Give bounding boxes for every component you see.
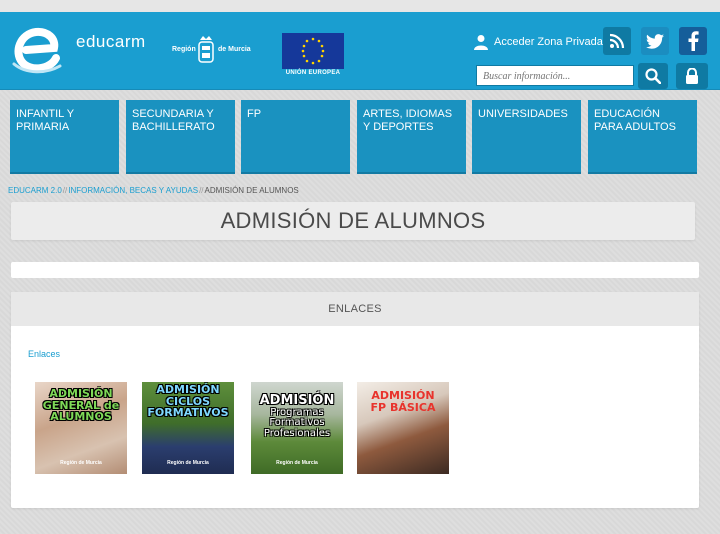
nav-artes-idiomas-deportes[interactable]: ARTES, IDIOMAS Y DEPORTES bbox=[357, 100, 466, 174]
breadcrumb-informacion[interactable]: INFORMACIÓN, BECAS Y AYUDAS bbox=[68, 186, 198, 195]
logo-text: educarm bbox=[76, 32, 146, 51]
twitter-button[interactable] bbox=[641, 27, 669, 55]
top-strip bbox=[0, 0, 720, 12]
page-title: ADMISIÓN DE ALUMNOS bbox=[220, 208, 486, 233]
user-icon bbox=[474, 35, 488, 50]
region-label: Región bbox=[172, 46, 196, 53]
private-access-button[interactable] bbox=[676, 63, 708, 89]
educarm-logo[interactable] bbox=[12, 24, 64, 76]
thumb-text: ADMISIÓN FP BÁSICA bbox=[370, 389, 436, 414]
acceder-zona-privada-link[interactable]: Acceder Zona Privada bbox=[474, 34, 603, 50]
rss-button[interactable] bbox=[603, 27, 631, 55]
facebook-icon bbox=[688, 31, 699, 51]
search-input[interactable] bbox=[477, 67, 633, 86]
search-field[interactable] bbox=[476, 65, 634, 86]
site-header: educarm Región de Murcia UNIÓN EUROPEA A… bbox=[0, 12, 720, 90]
eu-flag-icon bbox=[282, 33, 344, 69]
eu-logo[interactable]: UNIÓN EUROPEA bbox=[282, 33, 344, 78]
region-murcia-logo[interactable]: Región de Murcia bbox=[170, 34, 260, 68]
nav-infantil-primaria[interactable]: INFANTIL Y PRIMARIA bbox=[10, 100, 119, 174]
thumb-footer: Región de Murcia bbox=[167, 460, 209, 466]
facebook-button[interactable] bbox=[679, 27, 707, 55]
thumb-text: ADMISIÓN GENERAL de ALUMNOS bbox=[42, 387, 120, 424]
nav-educacion-adultos[interactable]: EDUCACIÓN PARA ADULTOS bbox=[588, 100, 697, 174]
murcia-crest-icon bbox=[198, 36, 214, 63]
panel-heading: ENLACES bbox=[11, 292, 699, 326]
educarm-e-icon bbox=[12, 27, 62, 74]
thumb-text: ADMISIÓN CICLOS FORMATIVOS bbox=[147, 383, 229, 420]
breadcrumb-separator: // bbox=[199, 186, 204, 195]
rss-icon bbox=[609, 33, 625, 49]
nav-fp[interactable]: FP bbox=[241, 100, 350, 174]
empty-content-bar bbox=[11, 262, 699, 278]
nav-universidades[interactable]: UNIVERSIDADES bbox=[472, 100, 581, 174]
twitter-icon bbox=[646, 33, 664, 49]
search-icon bbox=[645, 68, 661, 84]
nav-secundaria-bachillerato[interactable]: SECUNDARIA Y BACHILLERATO bbox=[126, 100, 235, 174]
lock-icon bbox=[686, 68, 698, 84]
breadcrumb-current: ADMISIÓN DE ALUMNOS bbox=[204, 186, 299, 195]
search-button[interactable] bbox=[638, 63, 668, 89]
breadcrumb: EDUCARM 2.0//INFORMACIÓN, BECAS Y AYUDAS… bbox=[8, 186, 299, 195]
enlaces-link[interactable]: Enlaces bbox=[28, 349, 60, 359]
breadcrumb-educarm[interactable]: EDUCARM 2.0 bbox=[8, 186, 62, 195]
page-title-box: ADMISIÓN DE ALUMNOS bbox=[11, 202, 695, 240]
eu-label: UNIÓN EUROPEA bbox=[285, 70, 341, 76]
enlaces-panel: ENLACES Enlaces ADMISIÓN GENERAL de ALUM… bbox=[11, 292, 699, 508]
admision-programas-thumb[interactable]: ADMISIÓN Programas Formativos Profesiona… bbox=[251, 382, 343, 474]
breadcrumb-separator: // bbox=[62, 186, 68, 195]
admision-general-thumb[interactable]: ADMISIÓN GENERAL de ALUMNOS Región de Mu… bbox=[35, 382, 127, 474]
thumb-footer: Región de Murcia bbox=[276, 460, 318, 466]
main-nav: INFANTIL Y PRIMARIA SECUNDARIA Y BACHILL… bbox=[10, 100, 698, 174]
admision-ciclos-thumb[interactable]: ADMISIÓN CICLOS FORMATIVOS Región de Mur… bbox=[142, 382, 234, 474]
admision-fp-basica-thumb[interactable]: ADMISIÓN FP BÁSICA bbox=[357, 382, 449, 474]
de-murcia-label: de Murcia bbox=[218, 46, 251, 53]
thumb-text: ADMISIÓN Programas Formativos Profesiona… bbox=[259, 393, 335, 439]
thumb-footer: Región de Murcia bbox=[60, 460, 102, 466]
acceder-label: Acceder Zona Privada bbox=[494, 36, 603, 48]
